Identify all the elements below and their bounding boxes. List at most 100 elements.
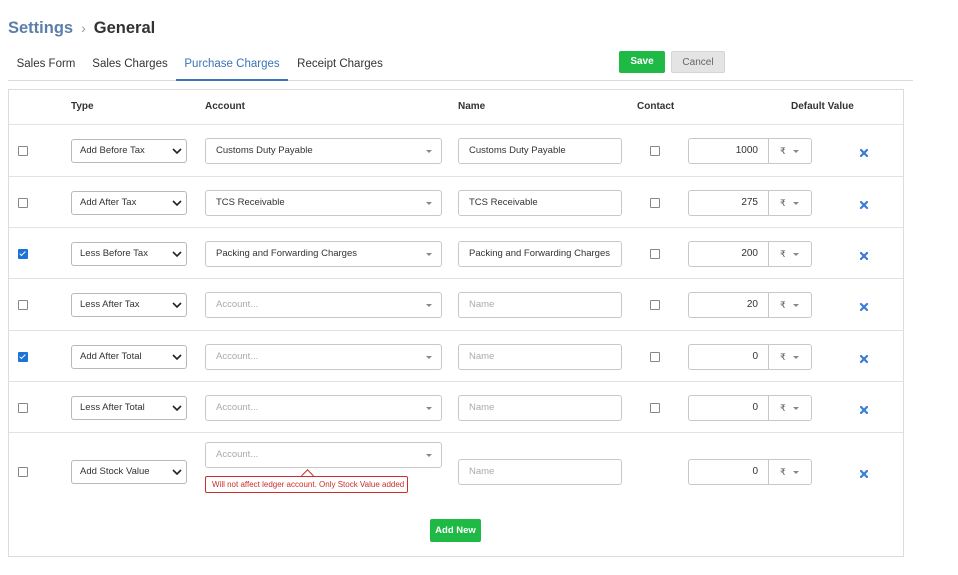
caret-down-icon <box>426 454 432 457</box>
type-select[interactable]: Add Stock Value <box>71 460 187 484</box>
account-select[interactable]: TCS Receivable <box>205 190 442 216</box>
currency-select[interactable]: ₹ <box>768 395 812 421</box>
currency-select[interactable]: ₹ <box>768 292 812 318</box>
name-input[interactable]: TCS Receivable <box>458 190 622 216</box>
tab-sales-form[interactable]: Sales Form <box>8 48 84 80</box>
default-value-input[interactable]: 20 <box>688 292 768 318</box>
type-select[interactable]: Less After Total <box>71 396 187 420</box>
default-value-input[interactable]: 0 <box>688 459 768 485</box>
account-select-value: Account... <box>216 351 259 362</box>
chevron-down-icon <box>172 405 182 412</box>
contact-checkbox[interactable] <box>650 198 660 208</box>
type-select-value: Add After Total <box>80 351 142 362</box>
currency-select[interactable]: ₹ <box>768 241 812 267</box>
close-icon[interactable] <box>858 198 870 210</box>
currency-symbol: ₹ <box>780 198 786 208</box>
account-select[interactable]: Account... <box>205 292 442 318</box>
close-icon[interactable] <box>858 300 870 312</box>
caret-down-icon <box>793 202 799 205</box>
currency-select[interactable]: ₹ <box>768 138 812 164</box>
type-select-value: Add After Tax <box>80 197 137 208</box>
close-icon[interactable] <box>858 467 870 479</box>
default-value-input[interactable]: 0 <box>688 395 768 421</box>
table-row: Less After Total Account... Name 0 ₹ <box>9 381 903 433</box>
contact-checkbox[interactable] <box>650 352 660 362</box>
close-icon[interactable] <box>858 352 870 364</box>
default-value-input[interactable]: 1000 <box>688 138 768 164</box>
account-select[interactable]: Account... <box>205 395 442 421</box>
row-select-checkbox[interactable] <box>18 198 28 208</box>
close-icon[interactable] <box>858 403 870 415</box>
type-select[interactable]: Less Before Tax <box>71 242 187 266</box>
type-select[interactable]: Less After Tax <box>71 293 187 317</box>
tab-sales-charges[interactable]: Sales Charges <box>88 48 172 80</box>
account-select-value: Customs Duty Payable <box>216 145 313 156</box>
caret-down-icon <box>793 304 799 307</box>
currency-symbol: ₹ <box>780 300 786 310</box>
type-select-value: Less After Total <box>80 402 145 413</box>
name-input[interactable]: Packing and Forwarding Charges <box>458 241 622 267</box>
tab-receipt-charges[interactable]: Receipt Charges <box>292 48 388 80</box>
type-select-value: Add Stock Value <box>80 466 150 477</box>
type-select[interactable]: Add After Total <box>71 345 187 369</box>
chevron-down-icon <box>172 251 182 258</box>
caret-down-icon <box>793 150 799 153</box>
row-select-checkbox[interactable] <box>18 403 28 413</box>
row-select-checkbox[interactable] <box>18 467 28 477</box>
caret-down-icon <box>426 150 432 153</box>
account-select[interactable]: Account... <box>205 442 442 468</box>
chevron-down-icon <box>172 354 182 361</box>
row-select-checkbox[interactable] <box>18 352 28 362</box>
account-select-value: TCS Receivable <box>216 197 285 208</box>
add-new-button[interactable]: Add New <box>430 519 481 542</box>
contact-checkbox[interactable] <box>650 146 660 156</box>
type-select[interactable]: Add After Tax <box>71 191 187 215</box>
contact-checkbox[interactable] <box>650 403 660 413</box>
close-icon[interactable] <box>858 249 870 261</box>
close-icon[interactable] <box>858 146 870 158</box>
caret-down-icon <box>793 253 799 256</box>
header-default-value: Default Value <box>791 101 854 112</box>
default-value-input[interactable]: 200 <box>688 241 768 267</box>
name-input[interactable]: Name <box>458 292 622 318</box>
caret-down-icon <box>426 253 432 256</box>
tab-bar: Sales Form Sales Charges Purchase Charge… <box>8 48 913 81</box>
caret-down-icon <box>426 202 432 205</box>
type-select[interactable]: Add Before Tax <box>71 139 187 163</box>
account-select[interactable]: Customs Duty Payable <box>205 138 442 164</box>
charges-table: Type Account Name Contact Default Value … <box>8 89 904 557</box>
caret-down-icon <box>426 304 432 307</box>
account-select-value: Account... <box>216 449 259 460</box>
contact-checkbox[interactable] <box>650 249 660 259</box>
name-input[interactable]: Name <box>458 459 622 485</box>
page-title: General <box>93 18 156 37</box>
breadcrumb-root[interactable]: Settings <box>8 19 73 38</box>
currency-select[interactable]: ₹ <box>768 459 812 485</box>
row-select-checkbox[interactable] <box>18 300 28 310</box>
currency-symbol: ₹ <box>780 467 786 477</box>
table-row: Less After Tax Account... Name 20 ₹ <box>9 278 903 331</box>
currency-select[interactable]: ₹ <box>768 190 812 216</box>
row-select-checkbox[interactable] <box>18 146 28 156</box>
account-select[interactable]: Packing and Forwarding Charges <box>205 241 442 267</box>
row-select-checkbox[interactable] <box>18 249 28 259</box>
cancel-button[interactable]: Cancel <box>671 51 725 73</box>
type-select-value: Less After Tax <box>80 299 140 310</box>
name-input[interactable]: Name <box>458 395 622 421</box>
default-value-input[interactable]: 275 <box>688 190 768 216</box>
name-input[interactable]: Customs Duty Payable <box>458 138 622 164</box>
name-input[interactable]: Name <box>458 344 622 370</box>
account-select[interactable]: Account... <box>205 344 442 370</box>
table-row: Add Before Tax Customs Duty Payable Custom… <box>9 125 903 176</box>
caret-down-icon <box>793 471 799 474</box>
contact-checkbox[interactable] <box>650 300 660 310</box>
caret-down-icon <box>793 407 799 410</box>
save-button[interactable]: Save <box>619 51 665 73</box>
caret-down-icon <box>426 356 432 359</box>
currency-select[interactable]: ₹ <box>768 344 812 370</box>
tab-purchase-charges[interactable]: Purchase Charges <box>176 48 288 81</box>
type-select-value: Less Before Tax <box>80 248 148 259</box>
account-select-value: Packing and Forwarding Charges <box>216 248 357 259</box>
currency-symbol: ₹ <box>780 146 786 156</box>
default-value-input[interactable]: 0 <box>688 344 768 370</box>
